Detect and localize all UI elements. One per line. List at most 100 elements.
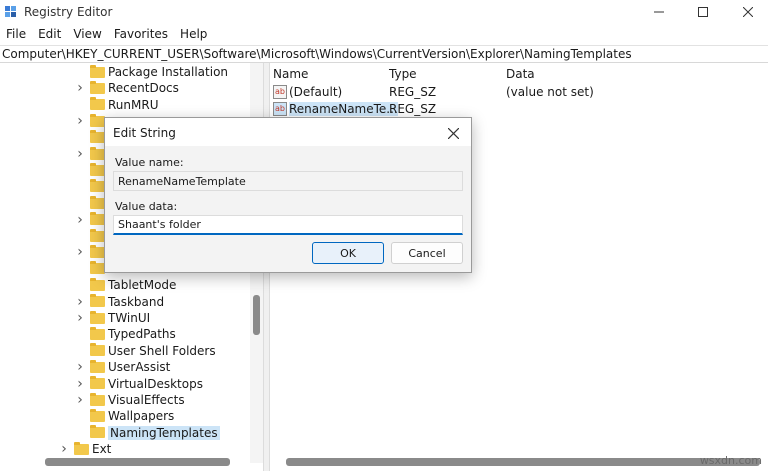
chevron-right-icon[interactable]: › <box>74 80 86 96</box>
folder-icon <box>90 408 105 422</box>
tree-item[interactable]: › TWinUI <box>74 310 150 326</box>
tree-item[interactable]: User Shell Folders <box>74 343 216 359</box>
tree-item[interactable]: › <box>74 113 108 129</box>
folder-icon <box>90 130 105 144</box>
tree-item[interactable] <box>74 162 108 178</box>
folder-icon <box>90 162 105 176</box>
watermark: wsxdn.com <box>699 454 762 467</box>
chevron-right-icon[interactable]: › <box>74 359 86 375</box>
tree-item[interactable] <box>74 179 108 195</box>
tree-item-label: TWinUI <box>108 311 151 325</box>
folder-icon <box>90 277 105 291</box>
folder-icon <box>90 343 105 357</box>
tree-item[interactable]: › <box>74 146 108 162</box>
tree-item-label: Package Installation <box>108 65 229 79</box>
chevron-right-icon[interactable]: › <box>74 376 86 392</box>
value-data: (value not set) <box>506 85 594 99</box>
close-icon <box>743 7 753 17</box>
folder-icon <box>90 359 105 373</box>
tree-item[interactable]: › RecentDocs <box>74 80 179 96</box>
tree-item[interactable] <box>74 261 108 277</box>
folder-icon <box>90 195 105 209</box>
ok-button[interactable]: OK <box>312 242 384 264</box>
tree-item-label: NamingTemplates <box>108 425 220 440</box>
folder-icon <box>90 310 105 324</box>
tree-item[interactable]: TypedPaths <box>74 326 176 342</box>
tree-item-label: VisualEffects <box>108 393 185 407</box>
folder-icon <box>90 113 105 127</box>
folder-icon <box>90 392 105 406</box>
folder-icon <box>90 146 105 160</box>
dialog-close-button[interactable] <box>441 122 465 144</box>
tree-item-label: Ext <box>92 442 112 457</box>
folder-icon <box>90 425 105 439</box>
menu-view[interactable]: View <box>67 25 107 45</box>
cancel-button[interactable]: Cancel <box>391 242 463 264</box>
chevron-right-icon[interactable]: › <box>74 310 86 326</box>
folder-icon <box>74 441 89 455</box>
tree-item-label: UserAssist <box>108 360 171 375</box>
tree-item[interactable]: Package Installation <box>74 64 228 80</box>
tree-item-label: TypedPaths <box>108 327 176 342</box>
tree-item-label: RunMRU <box>108 97 159 112</box>
column-header-data[interactable]: Data <box>506 67 535 81</box>
chevron-right-icon[interactable]: › <box>74 212 86 228</box>
edit-string-dialog: Edit String Value name: RenameNameTempla… <box>104 117 472 273</box>
value-name: (Default) <box>289 85 343 99</box>
chevron-right-icon[interactable]: › <box>74 244 86 260</box>
value-row-default[interactable]: ab (Default) REG_SZ (value not set) <box>270 84 768 101</box>
tree-item[interactable]: NamingTemplates <box>74 425 220 441</box>
menu-help[interactable]: Help <box>174 25 213 45</box>
folder-icon <box>90 228 105 242</box>
folder-icon <box>90 326 105 340</box>
chevron-right-icon[interactable]: › <box>74 392 86 408</box>
tree-item[interactable] <box>74 130 108 146</box>
close-button[interactable] <box>725 0 768 24</box>
tree-item[interactable]: Wallpapers <box>74 408 174 424</box>
tree-item[interactable]: › <box>74 212 108 228</box>
value-name: RenameNameTe... <box>289 102 398 116</box>
tree-item[interactable]: TabletMode <box>74 277 176 293</box>
menu-file[interactable]: File <box>0 25 32 45</box>
folder-icon <box>90 244 105 258</box>
tree-item[interactable]: › Taskband <box>74 294 164 310</box>
tree-scrollbar-thumb[interactable] <box>253 295 260 335</box>
menu-edit[interactable]: Edit <box>32 25 67 45</box>
folder-icon <box>90 376 105 390</box>
tree-horizontal-scrollbar[interactable] <box>45 458 230 466</box>
tree-item[interactable]: › UserAssist <box>74 359 170 375</box>
maximize-button[interactable] <box>680 0 726 24</box>
folder-icon <box>90 97 105 111</box>
minimize-button[interactable] <box>636 0 682 24</box>
value-data-label: Value data: <box>115 200 178 213</box>
chevron-right-icon[interactable]: › <box>58 441 70 457</box>
tree-item[interactable]: RunMRU <box>74 97 158 113</box>
value-row-renamenametemplate[interactable]: ab RenameNameTe... REG_SZ <box>270 101 768 118</box>
folder-icon <box>90 80 105 94</box>
maximize-icon <box>698 7 708 17</box>
tree-item[interactable]: › <box>74 244 108 260</box>
value-name-field: RenameNameTemplate <box>113 171 463 191</box>
chevron-right-icon[interactable]: › <box>74 113 86 129</box>
tree-item-label: VirtualDesktops <box>108 376 203 391</box>
minimize-icon <box>654 11 664 13</box>
folder-icon <box>90 294 105 308</box>
values-horizontal-scrollbar[interactable] <box>286 458 760 466</box>
tree-item[interactable]: › Ext <box>58 441 111 457</box>
chevron-right-icon[interactable]: › <box>74 294 86 310</box>
value-name-label: Value name: <box>115 156 184 169</box>
column-header-type[interactable]: Type <box>389 67 417 81</box>
tree-item[interactable] <box>74 228 108 244</box>
tree-item[interactable] <box>74 195 108 211</box>
value-data-input[interactable] <box>113 215 463 235</box>
chevron-right-icon[interactable]: › <box>74 146 86 162</box>
tree-item[interactable]: › VisualEffects <box>74 392 185 408</box>
tree-item-label: User Shell Folders <box>108 343 216 358</box>
title-bar: Registry Editor <box>0 0 768 24</box>
column-header-name[interactable]: Name <box>273 67 308 81</box>
address-bar[interactable]: Computer\HKEY_CURRENT_USER\Software\Micr… <box>0 45 768 63</box>
menu-favorites[interactable]: Favorites <box>108 25 174 45</box>
tree-item-label: Wallpapers <box>108 409 175 424</box>
tree-item[interactable]: › VirtualDesktops <box>74 376 203 392</box>
tree-item-label: RecentDocs <box>108 81 179 96</box>
